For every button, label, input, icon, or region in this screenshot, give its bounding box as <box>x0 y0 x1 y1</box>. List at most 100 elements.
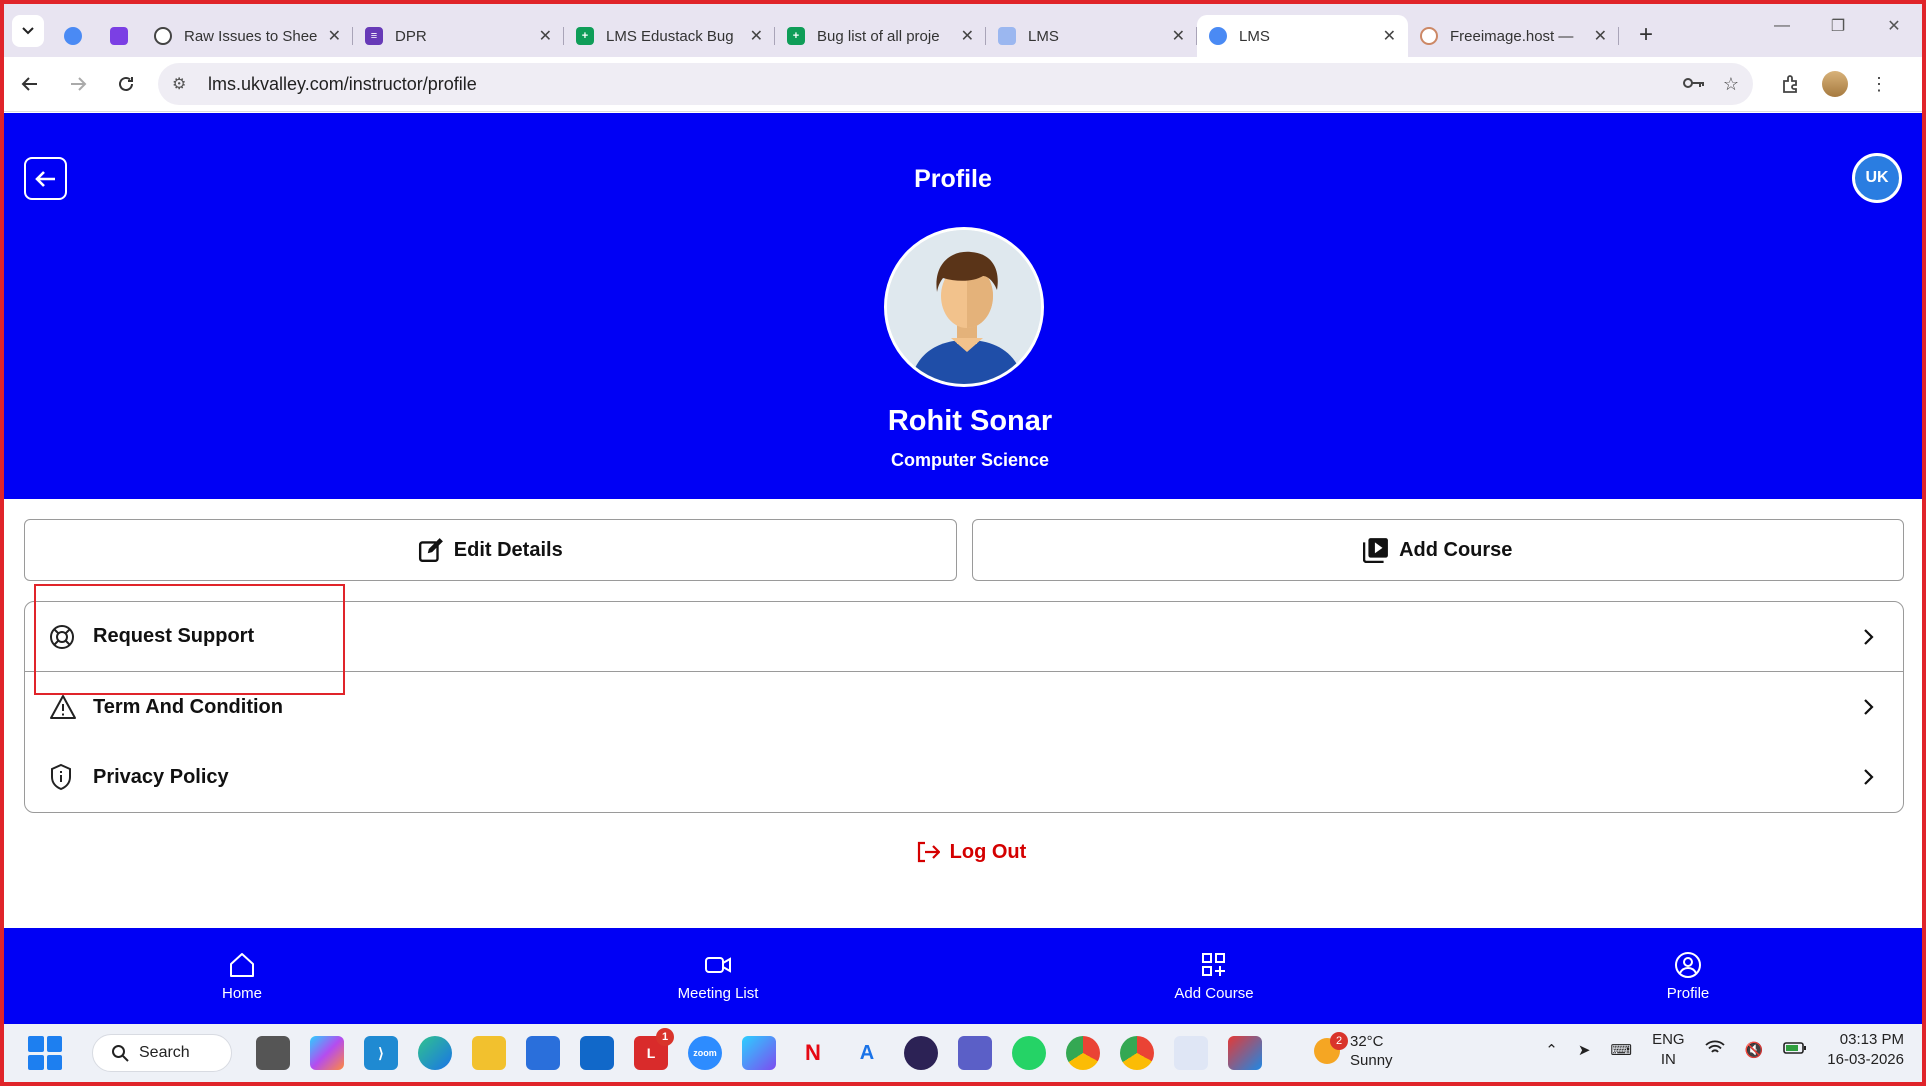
logout-button[interactable]: Log Out <box>4 840 1922 864</box>
copilot-icon[interactable] <box>310 1036 344 1070</box>
paint-icon[interactable] <box>1228 1036 1262 1070</box>
battery-icon[interactable] <box>1783 1041 1807 1059</box>
bookmark-star-icon[interactable]: ☆ <box>1723 74 1739 95</box>
extensions-icon[interactable] <box>1769 62 1813 106</box>
app-l-icon[interactable]: L1 <box>634 1028 674 1070</box>
taskbar-apps: ⟩ L1 zoom N A <box>246 1028 1272 1070</box>
add-course-button[interactable]: Add Course <box>971 519 1904 581</box>
weather-badge: 2 <box>1330 1032 1348 1050</box>
profile-avatar[interactable] <box>1813 62 1857 106</box>
uk-valley-logo[interactable]: UK <box>1852 153 1902 203</box>
edit-details-button[interactable]: Edit Details <box>24 519 957 581</box>
vscode-icon[interactable]: ⟩ <box>364 1036 398 1070</box>
m365-icon[interactable] <box>742 1036 776 1070</box>
store-icon[interactable] <box>526 1036 560 1070</box>
volume-muted-icon[interactable]: 🔇 <box>1745 1041 1764 1059</box>
close-window-icon[interactable]: ✕ <box>1866 4 1922 48</box>
lang-line1: ENG <box>1652 1031 1685 1048</box>
tab-lms-1[interactable]: LMS ✕ <box>986 15 1197 57</box>
nav-home-label: Home <box>221 984 262 1002</box>
restore-icon[interactable]: ❐ <box>1810 4 1866 48</box>
system-tray: ⌃ ➤ ⌨ ENG IN 🔇 03:13 PM 16-03-2026 <box>1545 1030 1904 1070</box>
page-title: Profile <box>914 165 992 193</box>
language-indicator[interactable]: ENG IN <box>1652 1030 1685 1070</box>
user-name: Rohit Sonar <box>887 405 1053 437</box>
site-info-icon[interactable]: ⚙ <box>172 74 194 94</box>
tab-freeimage[interactable]: Freeimage.host — ✕ <box>1408 15 1619 57</box>
windows-taskbar: Search ⟩ L1 zoom N A 2 32°C Sunny ⌃ ➤ ⌨ … <box>4 1024 1922 1082</box>
file-explorer-icon[interactable] <box>472 1036 506 1070</box>
weather-widget[interactable]: 2 32°C Sunny <box>1314 1032 1393 1070</box>
profile-header: Profile UK Rohit Sonar Computer Science <box>4 113 1922 499</box>
tab-lms-active[interactable]: LMS ✕ <box>1197 15 1408 57</box>
tab-pinned-2[interactable] <box>96 15 142 57</box>
privacy-policy-label: Privacy Policy <box>93 765 229 788</box>
close-icon[interactable]: ✕ <box>961 26 974 46</box>
close-icon[interactable]: ✕ <box>328 26 341 46</box>
whatsapp-icon[interactable] <box>1012 1036 1046 1070</box>
nav-home[interactable]: Home <box>162 928 322 1024</box>
back-arrow-icon[interactable] <box>8 62 52 106</box>
tab-pinned-1[interactable] <box>50 15 96 57</box>
teams-icon[interactable] <box>958 1036 992 1070</box>
date: 16-03-2026 <box>1827 1051 1904 1068</box>
wifi-icon[interactable] <box>1704 1040 1725 1060</box>
nav-meeting-list-label: Meeting List <box>677 984 759 1002</box>
outlook-icon[interactable] <box>580 1036 614 1070</box>
browser-tab-strip: Raw Issues to Shee ✕ ≡ DPR ✕ + LMS Edust… <box>4 4 1922 57</box>
edit-details-label: Edit Details <box>453 538 563 561</box>
tab-lms-edustack[interactable]: + LMS Edustack Bug ✕ <box>564 15 775 57</box>
app-a-icon[interactable]: A <box>850 1036 884 1070</box>
clock[interactable]: 03:13 PM 16-03-2026 <box>1827 1030 1904 1070</box>
close-icon[interactable]: ✕ <box>1594 26 1607 46</box>
tab-raw-issues[interactable]: Raw Issues to Shee ✕ <box>142 15 353 57</box>
close-icon[interactable]: ✕ <box>539 26 552 46</box>
url-text: lms.ukvalley.com/instructor/profile <box>208 73 477 94</box>
tab-title: LMS <box>1239 27 1270 45</box>
more-menu-icon[interactable]: ⋮ <box>1857 62 1901 106</box>
profile-avatar-image <box>884 227 1044 387</box>
minimize-icon[interactable]: — <box>1754 4 1810 48</box>
tab-title: Bug list of all proje <box>817 27 940 45</box>
reload-icon[interactable] <box>104 62 148 106</box>
request-support-label: Request Support <box>93 625 255 647</box>
chrome-profile-icon[interactable] <box>1120 1036 1154 1070</box>
edge-icon[interactable] <box>418 1036 452 1070</box>
nav-add-course[interactable]: Add Course <box>1134 928 1294 1024</box>
nav-profile-label: Profile <box>1666 984 1710 1002</box>
tab-dpr[interactable]: ≡ DPR ✕ <box>353 15 564 57</box>
tab-bug-list[interactable]: + Bug list of all proje ✕ <box>775 15 986 57</box>
tab-title: DPR <box>395 27 427 45</box>
password-key-icon[interactable] <box>1682 74 1705 95</box>
eclipse-icon[interactable] <box>904 1036 938 1070</box>
task-view-icon[interactable] <box>256 1036 290 1070</box>
video-camera-icon <box>705 956 731 973</box>
chevron-right-icon <box>1864 769 1874 785</box>
tab-title: Raw Issues to Shee <box>184 27 318 45</box>
chrome-icon[interactable] <box>1066 1036 1100 1070</box>
close-icon[interactable]: ✕ <box>750 26 763 46</box>
tab-search-dropdown[interactable] <box>12 15 44 47</box>
taskbar-search[interactable]: Search <box>92 1034 232 1072</box>
snipping-tool-icon[interactable] <box>1174 1036 1208 1070</box>
netflix-icon[interactable]: N <box>796 1036 830 1070</box>
address-bar[interactable]: ⚙ lms.ukvalley.com/instructor/profile ☆ <box>158 63 1753 105</box>
new-tab-button[interactable]: + <box>1631 21 1661 49</box>
chevron-down-icon <box>22 27 34 35</box>
zoom-icon[interactable]: zoom <box>688 1036 722 1070</box>
privacy-policy-item[interactable]: Privacy Policy <box>25 742 1903 812</box>
tab-title: LMS Edustack Bug <box>606 27 734 45</box>
chevron-up-icon[interactable]: ⌃ <box>1545 1041 1558 1059</box>
edit-icon <box>418 538 443 563</box>
windows-start-icon[interactable] <box>28 1036 62 1070</box>
close-icon[interactable]: ✕ <box>1383 26 1396 46</box>
close-icon[interactable]: ✕ <box>1172 26 1185 46</box>
location-icon[interactable]: ➤ <box>1578 1041 1591 1059</box>
nav-meeting-list[interactable]: Meeting List <box>638 928 798 1024</box>
shield-icon <box>49 762 79 792</box>
keyboard-icon[interactable]: ⌨ <box>1610 1041 1632 1059</box>
forward-arrow-icon[interactable] <box>56 62 100 106</box>
video-library-icon <box>1363 538 1388 563</box>
nav-profile[interactable]: Profile <box>1608 928 1768 1024</box>
profile-actions: Edit Details Add Course <box>24 519 1904 581</box>
